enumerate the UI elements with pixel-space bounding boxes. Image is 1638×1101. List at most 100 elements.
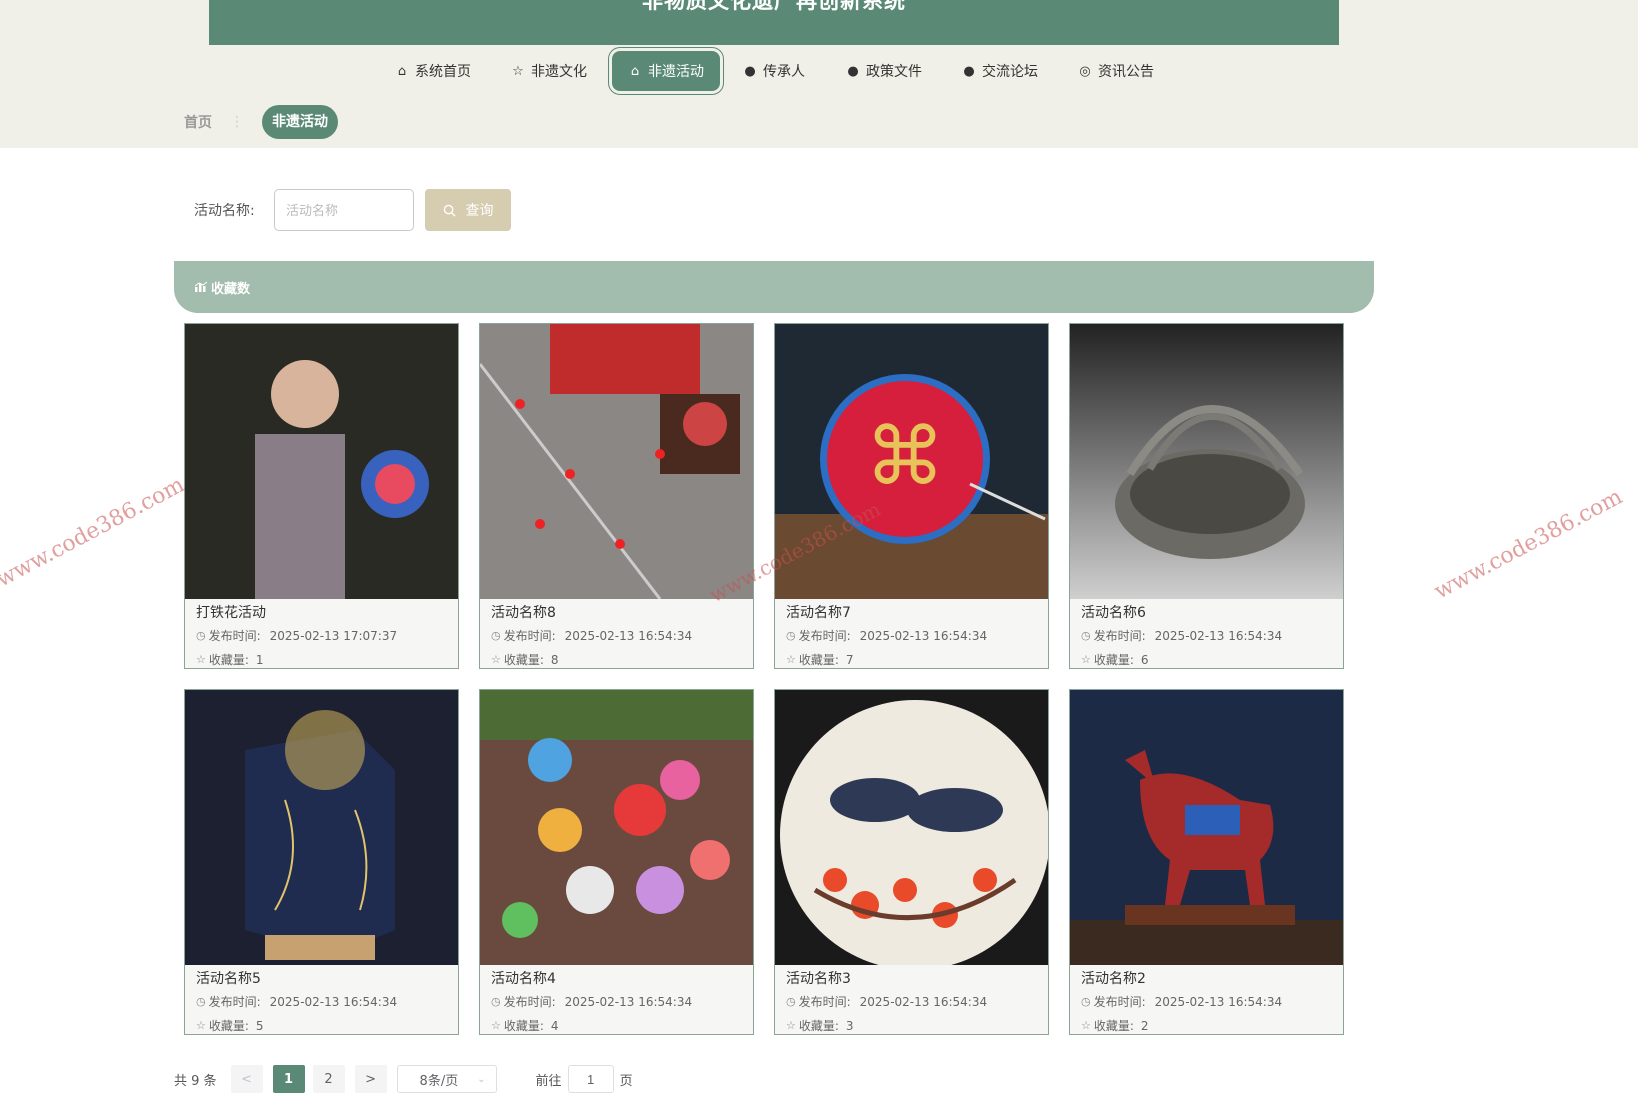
activity-card[interactable]: 活动名称3 ◷ 发布时间: 2025-02-13 16:54:34 ☆ 收藏量: 3 [774,689,1049,1035]
time-label: 发布时间: [503,995,556,1009]
nav-label: 资讯公告 [1098,64,1154,80]
activity-card[interactable]: 打铁花活动 ◷ 发布时间: 2025-02-13 17:07:37 ☆ 收藏量: 1 [184,323,459,669]
clock-icon: ◷ [786,629,796,642]
section-header: 收藏数 [174,261,1374,313]
activity-favorites: ☆ 收藏量: 5 [196,1014,458,1034]
breadcrumb-current: 非遗活动 [262,105,338,139]
search-button[interactable]: 查询 [425,189,511,231]
favorites-value: 7 [845,653,854,667]
favorites-label: 收藏量: [1093,653,1134,667]
page-button-1[interactable]: 1 [272,1065,305,1093]
activity-image [1070,690,1343,965]
bag-icon: ⌂ [630,63,640,79]
favorites-label: 收藏量: [503,1019,544,1033]
nav-label: 政策文件 [866,64,922,80]
activity-name: 活动名称4 [491,971,556,987]
clock-icon: ◷ [491,629,501,642]
star-icon: ☆ [491,1019,501,1032]
star-icon: ☆ [196,1019,206,1032]
home-icon: ⌂ [397,63,407,79]
section-title: 收藏数 [211,281,251,297]
search-bar: 活动名称: 查询 [194,189,511,231]
activity-card[interactable]: 活动名称2 ◷ 发布时间: 2025-02-13 16:54:34 ☆ 收藏量: 2 [1069,689,1344,1035]
activity-favorites: ☆ 收藏量: 1 [196,648,458,668]
time-label: 发布时间: [1093,629,1146,643]
clock-icon: ◷ [196,629,206,642]
activity-favorites: ☆ 收藏量: 6 [1081,648,1343,668]
clock-icon: ◷ [786,995,796,1008]
star-icon: ☆ [512,63,524,79]
activity-favorites: ☆ 收藏量: 2 [1081,1014,1343,1034]
activity-name: 活动名称3 [786,971,851,987]
nav-item-forum[interactable]: ● 交流论坛 [962,48,1038,94]
activity-name: 打铁花活动 [196,605,266,621]
page-size-select[interactable]: 8条/页 ⌄ [396,1065,497,1093]
activity-name: 活动名称6 [1081,605,1146,621]
time-value: 2025-02-13 16:54:34 [1154,629,1283,643]
time-value: 2025-02-13 16:54:34 [564,995,693,1009]
watermark: www.code386.com [0,472,189,593]
activity-time: ◷ 发布时间: 2025-02-13 16:54:34 [1081,990,1343,1014]
nav-label: 非遗文化 [531,64,587,80]
favorites-label: 收藏量: [503,653,544,667]
activity-favorites: ☆ 收藏量: 7 [786,648,1048,668]
activity-name: 活动名称7 [786,605,851,621]
breadcrumb-separator: ⋮ [230,114,244,130]
nav-item-policies[interactable]: ● 政策文件 [846,48,922,94]
activity-card[interactable]: 活动名称5 ◷ 发布时间: 2025-02-13 16:54:34 ☆ 收藏量: 5 [184,689,459,1035]
activity-image [480,690,753,965]
breadcrumb: 首页 ⋮ 非遗活动 [184,105,338,139]
breadcrumb-home[interactable]: 首页 [184,112,212,132]
activity-favorites: ☆ 收藏量: 3 [786,1014,1048,1034]
nav-label: 传承人 [763,64,805,80]
page-button-2[interactable]: 2 [312,1065,345,1093]
favorites-label: 收藏量: [798,1019,839,1033]
activity-image [185,324,458,599]
activity-card[interactable]: ⌘ 活动名称7 ◷ 发布时间: 2025-02-13 16:54:34 ☆ 收藏量: 7 [774,323,1049,669]
activity-image: ⌘ [775,324,1048,599]
favorites-value: 6 [1140,653,1149,667]
search-input[interactable] [274,189,414,231]
chevron-down-icon: ⌄ [477,1073,486,1085]
time-label: 发布时间: [798,629,851,643]
time-label: 发布时间: [503,629,556,643]
jump-prefix: 前往 [535,1073,562,1089]
favorites-value: 1 [255,653,264,667]
nav-item-home[interactable]: ⌂ 系统首页 [395,48,471,94]
pagination-total: 共 9 条 [174,1073,217,1089]
star-icon: ☆ [1081,1019,1091,1032]
star-icon: ☆ [786,1019,796,1032]
page-size-value: 8条/页 [419,1073,459,1089]
favorites-label: 收藏量: [1093,1019,1134,1033]
question-circle-icon: ● [847,63,859,79]
app-title-bar: 非物质文化遗产再创新系统 [209,0,1339,45]
jump-page-input[interactable] [567,1065,614,1093]
clock-icon: ◷ [196,995,206,1008]
nav-label: 系统首页 [415,64,471,80]
time-label: 发布时间: [208,629,261,643]
nav-label: 交流论坛 [982,64,1038,80]
favorites-value: 5 [255,1019,264,1033]
activity-time: ◷ 发布时间: 2025-02-13 16:54:34 [491,990,753,1014]
activity-name: 活动名称5 [196,971,261,987]
activity-name: 活动名称8 [491,605,556,621]
nav-item-inheritors[interactable]: ● 传承人 [743,48,805,94]
nav-item-news[interactable]: ◎ 资讯公告 [1078,48,1154,94]
nav-item-activities[interactable]: ⌂ 非遗活动 [612,48,720,94]
chart-icon [194,281,208,292]
activity-image [185,690,458,965]
time-label: 发布时间: [1093,995,1146,1009]
next-page-button[interactable]: > [354,1065,387,1093]
activity-time: ◷ 发布时间: 2025-02-13 16:54:34 [786,624,1048,648]
time-label: 发布时间: [208,995,261,1009]
nav-active-pill: ⌂ 非遗活动 [612,51,720,91]
nav-item-culture[interactable]: ☆ 非遗文化 [511,48,587,94]
activity-name: 活动名称2 [1081,971,1146,987]
activity-card[interactable]: 活动名称4 ◷ 发布时间: 2025-02-13 16:54:34 ☆ 收藏量: 4 [479,689,754,1035]
activity-card[interactable]: 活动名称8 ◷ 发布时间: 2025-02-13 16:54:34 ☆ 收藏量: 8 [479,323,754,669]
app-title: 非物质文化遗产再创新系统 [642,0,906,13]
activity-card[interactable]: 活动名称6 ◷ 发布时间: 2025-02-13 16:54:34 ☆ 收藏量: 6 [1069,323,1344,669]
time-value: 2025-02-13 16:54:34 [564,629,693,643]
prev-page-button[interactable]: < [230,1065,263,1093]
clock-icon: ◷ [491,995,501,1008]
